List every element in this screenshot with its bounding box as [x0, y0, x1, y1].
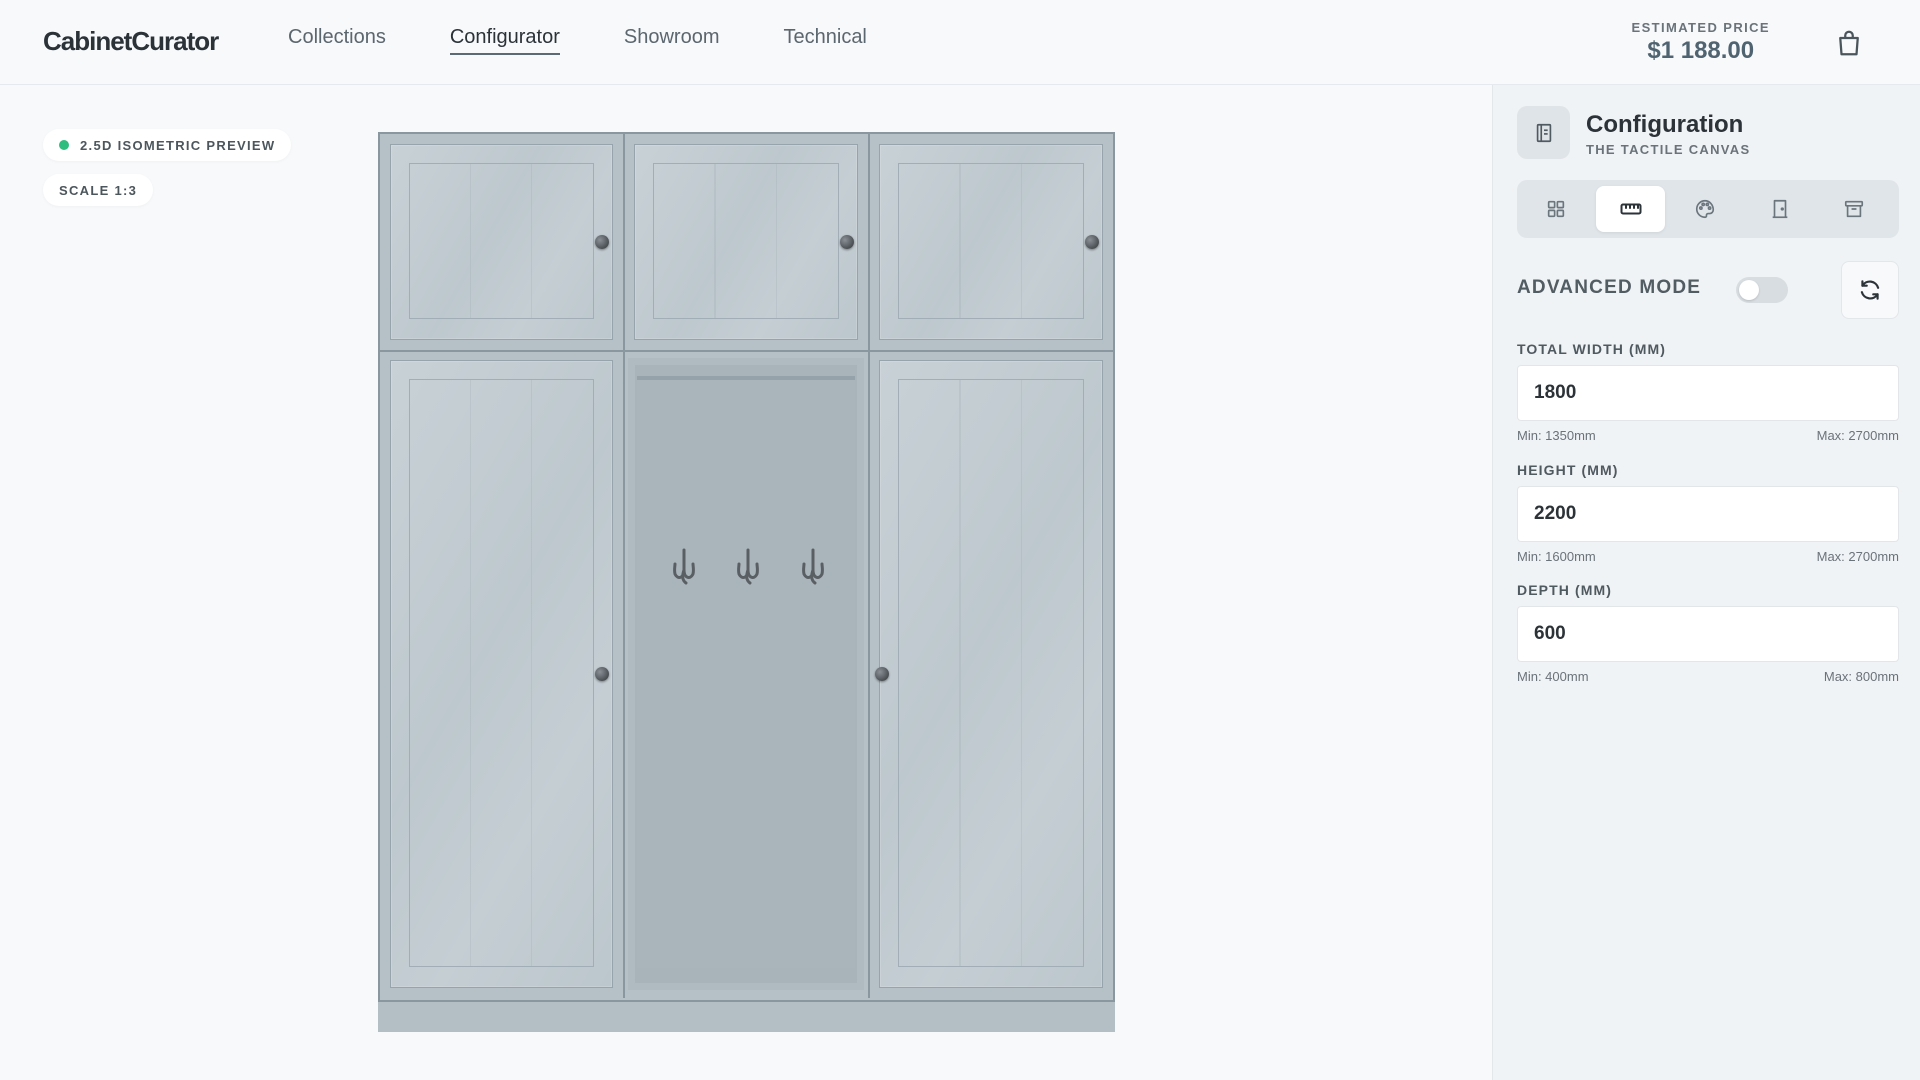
door-panel	[653, 163, 839, 319]
refresh-icon	[1860, 280, 1880, 300]
preview-mode-badge: 2.5D ISOMETRIC PREVIEW	[43, 129, 292, 161]
scale-label: SCALE 1:3	[59, 182, 138, 198]
nav-collections[interactable]: Collections	[288, 26, 386, 55]
door-panel	[409, 379, 594, 967]
door-knob	[595, 235, 609, 249]
height-label: HEIGHT (MM)	[1517, 462, 1619, 478]
toggle-knob	[1739, 280, 1759, 300]
top-header: CabinetCurator Collections Configurator …	[0, 0, 1920, 85]
tab-doors[interactable]	[1745, 186, 1814, 232]
status-dot	[59, 140, 69, 150]
width-max: Max: 2700mm	[1816, 428, 1899, 443]
upper-door-left[interactable]	[390, 144, 613, 340]
lower-door-left[interactable]	[390, 360, 613, 988]
door-knob	[875, 667, 889, 681]
blueprint-icon	[1536, 123, 1551, 142]
divider-left	[623, 134, 625, 998]
door-panel	[898, 163, 1084, 319]
depth-label: DEPTH (MM)	[1517, 582, 1612, 598]
width-field: TOTAL WIDTH (MM) Min: 1350mm Max: 2700mm	[1517, 341, 1899, 443]
advanced-mode-toggle[interactable]	[1736, 277, 1788, 303]
estimated-price: ESTIMATED PRICE $1 188.00	[1632, 20, 1771, 65]
tab-dimensions[interactable]	[1596, 186, 1666, 232]
price-value: $1 188.00	[1647, 37, 1755, 64]
tab-storage[interactable]	[1820, 186, 1889, 232]
price-label: ESTIMATED PRICE	[1631, 20, 1770, 35]
width-input[interactable]	[1517, 365, 1899, 421]
cabinet-plinth	[378, 1000, 1115, 1032]
depth-min: Min: 400mm	[1517, 669, 1589, 684]
preview-mode-label: 2.5D ISOMETRIC PREVIEW	[80, 137, 276, 153]
nav-technical[interactable]: Technical	[784, 26, 867, 55]
archive-box-icon	[1845, 200, 1864, 218]
tab-finishes[interactable]	[1671, 186, 1740, 232]
grid-icon	[1548, 200, 1565, 218]
lower-door-right[interactable]	[879, 360, 1103, 988]
width-hint: Min: 1350mm Max: 2700mm	[1517, 428, 1899, 443]
door-icon	[1772, 199, 1788, 219]
nav-configurator[interactable]: Configurator	[449, 26, 560, 55]
door-panel	[409, 163, 594, 319]
cabinet-preview[interactable]	[378, 132, 1115, 1032]
configuration-sidebar: Configuration THE TACTILE CANVAS ADVANCE…	[1492, 85, 1920, 1080]
ruler-icon	[1620, 203, 1642, 215]
tab-layout[interactable]	[1522, 186, 1591, 232]
reset-button[interactable]	[1841, 261, 1899, 319]
door-knob	[840, 235, 854, 249]
coat-hook-icon	[673, 548, 695, 585]
upper-door-right[interactable]	[879, 144, 1103, 340]
divider-upper	[380, 350, 1113, 352]
config-tab-bar	[1517, 180, 1899, 238]
shopping-bag-icon	[1839, 30, 1859, 56]
depth-hint: Min: 400mm Max: 800mm	[1517, 669, 1899, 684]
height-field: HEIGHT (MM) Min: 1600mm Max: 2700mm	[1517, 462, 1899, 564]
nav-showroom[interactable]: Showroom	[624, 26, 720, 55]
coat-hook-icon	[737, 548, 759, 585]
door-knob	[595, 667, 609, 681]
sidebar-title: Configuration	[1586, 111, 1744, 138]
door-panel	[898, 379, 1084, 967]
config-header-icon-box	[1517, 106, 1570, 159]
height-input[interactable]	[1517, 486, 1899, 542]
main-nav: Collections Configurator Showroom Techni…	[288, 26, 931, 55]
door-knob	[1085, 235, 1099, 249]
palette-icon	[1696, 199, 1715, 219]
sidebar-subtitle: THE TACTILE CANVAS	[1586, 142, 1751, 157]
upper-door-center[interactable]	[634, 144, 858, 340]
divider-right	[868, 134, 870, 998]
width-min: Min: 1350mm	[1517, 428, 1596, 443]
advanced-mode-label: ADVANCED MODE	[1517, 277, 1702, 298]
open-niche[interactable]	[628, 358, 864, 990]
width-label: TOTAL WIDTH (MM)	[1517, 341, 1667, 357]
advanced-mode-row: ADVANCED MODE	[1517, 263, 1819, 313]
scale-badge: SCALE 1:3	[43, 174, 154, 206]
cart-button[interactable]	[1834, 28, 1864, 58]
depth-input[interactable]	[1517, 606, 1899, 662]
height-max: Max: 2700mm	[1816, 549, 1899, 564]
height-hint: Min: 1600mm Max: 2700mm	[1517, 549, 1899, 564]
height-min: Min: 1600mm	[1517, 549, 1596, 564]
niche-back-panel	[637, 376, 855, 968]
depth-max: Max: 800mm	[1823, 669, 1899, 684]
depth-field: DEPTH (MM) Min: 400mm Max: 800mm	[1517, 582, 1899, 684]
coat-hook-icon	[802, 548, 824, 585]
logo[interactable]: CabinetCurator	[43, 26, 219, 57]
